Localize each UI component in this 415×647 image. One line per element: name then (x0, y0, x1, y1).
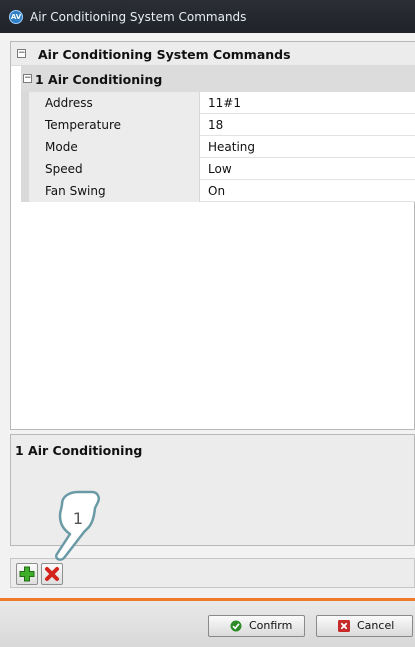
property-row-address[interactable]: Address 11#1 (21, 92, 415, 114)
collapse-icon[interactable]: − (17, 49, 26, 58)
property-value[interactable]: Low (200, 158, 415, 180)
dialog-window: AV Air Conditioning System Commands − Ai… (0, 0, 415, 647)
property-row-fan-swing[interactable]: Fan Swing On (21, 180, 415, 202)
property-name: Mode (29, 136, 200, 158)
property-grid: − Air Conditioning System Commands − 1 A… (10, 41, 415, 430)
property-row-mode[interactable]: Mode Heating (21, 136, 415, 158)
confirm-label: Confirm (249, 619, 293, 632)
cancel-button[interactable]: Cancel (316, 615, 413, 637)
app-logo-icon: AV (9, 10, 23, 24)
cancel-label: Cancel (357, 619, 395, 632)
property-name: Temperature (29, 114, 200, 136)
collapse-icon[interactable]: − (23, 74, 32, 83)
property-name: Fan Swing (29, 180, 200, 202)
subcategory-label: 1 Air Conditioning (35, 72, 163, 87)
property-value[interactable]: 11#1 (200, 92, 415, 114)
add-button[interactable] (16, 563, 38, 585)
property-row-temperature[interactable]: Temperature 18 (21, 114, 415, 136)
category-label: Air Conditioning System Commands (38, 47, 291, 62)
confirm-button[interactable]: Confirm (208, 615, 305, 637)
property-value[interactable]: Heating (200, 136, 415, 158)
property-value[interactable]: On (200, 180, 415, 202)
property-name: Address (29, 92, 200, 114)
cancel-icon (338, 620, 350, 632)
property-row-speed[interactable]: Speed Low (21, 158, 415, 180)
subcategory-row[interactable]: − 1 Air Conditioning (21, 66, 415, 92)
category-row[interactable]: − Air Conditioning System Commands (11, 42, 415, 66)
check-icon (230, 620, 242, 632)
callout-label: 1 (73, 509, 83, 528)
window-title: Air Conditioning System Commands (30, 10, 247, 24)
plus-icon (19, 566, 35, 582)
dialog-footer: Confirm Cancel (0, 601, 415, 647)
callout-pointer: 1 (55, 490, 100, 561)
description-title: 1 Air Conditioning (15, 443, 143, 458)
property-value[interactable]: 18 (200, 114, 415, 136)
property-name: Speed (29, 158, 200, 180)
title-bar[interactable]: AV Air Conditioning System Commands (0, 0, 415, 33)
